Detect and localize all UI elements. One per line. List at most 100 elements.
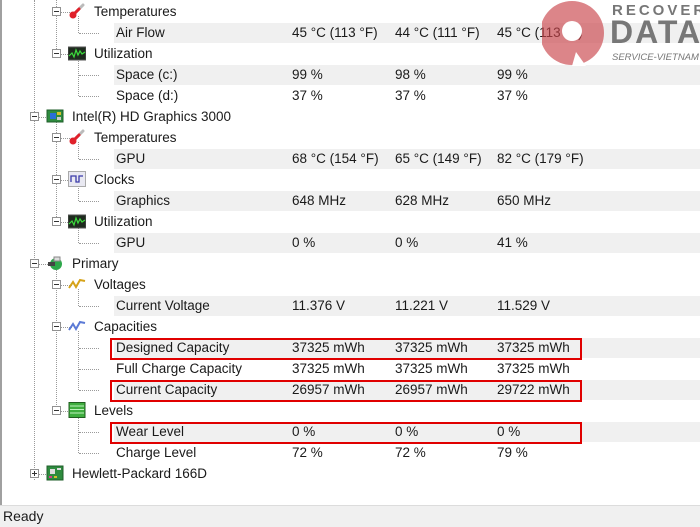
capacity-icon xyxy=(68,318,86,334)
row-label: Hewlett-Packard 166D xyxy=(72,466,208,481)
tree-guide-line xyxy=(79,306,99,307)
tree-guide-line xyxy=(79,348,99,349)
collapse-toggle[interactable] xyxy=(30,112,39,121)
tree-guide-line xyxy=(79,96,99,97)
value-max: 99 % xyxy=(497,67,528,82)
tree-guide-line xyxy=(79,243,99,244)
sensor-group-row[interactable]: Utilization xyxy=(2,211,700,232)
value-max: 41 % xyxy=(497,235,528,250)
row-label: Current Voltage xyxy=(116,298,210,313)
sensor-row[interactable]: GPU 0 % 0 % 41 % xyxy=(2,232,700,253)
collapse-toggle[interactable] xyxy=(30,259,39,268)
collapse-toggle[interactable] xyxy=(52,406,61,415)
sensor-row[interactable]: Graphics 648 MHz 628 MHz 650 MHz xyxy=(2,190,700,211)
value-min: 37 % xyxy=(395,88,426,103)
value-min: 628 MHz xyxy=(395,193,450,208)
collapse-toggle[interactable] xyxy=(52,217,61,226)
value-current: 0 % xyxy=(292,235,316,250)
value-current: 37325 mWh xyxy=(292,361,365,376)
battery-plug-icon xyxy=(46,255,64,271)
sensor-group-row[interactable]: Capacities xyxy=(2,316,700,337)
value-current: 11.376 V xyxy=(292,298,346,313)
voltage-icon xyxy=(68,276,86,292)
value-current: 68 °C (154 °F) xyxy=(292,151,379,166)
value-min: 37325 mWh xyxy=(395,361,468,376)
row-label: GPU xyxy=(116,151,146,166)
utilization-graph-icon xyxy=(67,213,87,229)
clock-wave-icon xyxy=(68,171,86,187)
value-current: 72 % xyxy=(292,445,323,460)
row-label: Full Charge Capacity xyxy=(116,361,243,376)
row-label: Primary xyxy=(72,256,119,271)
status-text: Ready xyxy=(3,508,44,524)
row-label: Voltages xyxy=(94,277,146,292)
row-label: Capacities xyxy=(94,319,158,334)
sensor-group-row[interactable]: Voltages xyxy=(2,274,700,295)
tree-guide-line xyxy=(79,432,99,433)
watermark-data: DATA xyxy=(610,14,700,50)
value-max: 79 % xyxy=(497,445,528,460)
sensor-row[interactable]: Space (d:) 37 % 37 % 37 % xyxy=(2,85,700,106)
device-row[interactable]: Intel(R) HD Graphics 3000 xyxy=(2,106,700,127)
row-label: Temperatures xyxy=(94,4,177,19)
value-min: 98 % xyxy=(395,67,426,82)
row-label: Space (c:) xyxy=(116,67,178,82)
tree-guide-line xyxy=(79,33,99,34)
tree-guide-line xyxy=(79,390,99,391)
sensor-group-row[interactable]: Levels xyxy=(2,400,700,421)
value-max: 82 °C (179 °F) xyxy=(497,151,584,166)
row-label: Charge Level xyxy=(116,445,197,460)
levels-icon xyxy=(68,402,86,418)
expand-toggle[interactable] xyxy=(30,469,39,478)
value-current: 99 % xyxy=(292,67,323,82)
collapse-toggle[interactable] xyxy=(52,49,61,58)
value-min: 65 °C (149 °F) xyxy=(395,151,482,166)
value-max: 37325 mWh xyxy=(497,361,570,376)
value-current: 648 MHz xyxy=(292,193,347,208)
recoverdata-watermark: RECOVER DATA SERVICE-VIETNAM xyxy=(540,0,700,70)
collapse-toggle[interactable] xyxy=(52,175,61,184)
highlight-wear-level xyxy=(110,422,582,444)
collapse-toggle[interactable] xyxy=(52,280,61,289)
value-current: 45 °C (113 °F) xyxy=(292,25,378,40)
value-min: 44 °C (111 °F) xyxy=(395,25,480,40)
tree-guide-line xyxy=(79,75,99,76)
sensor-row[interactable]: GPU 68 °C (154 °F) 65 °C (149 °F) 82 °C (17… xyxy=(2,148,700,169)
tree-guide-line xyxy=(79,369,99,370)
graphics-card-icon xyxy=(46,108,64,124)
sensor-row[interactable]: Current Voltage 11.376 V 11.221 V 11.529 V xyxy=(2,295,700,316)
row-label: GPU xyxy=(116,235,146,250)
row-label: Intel(R) HD Graphics 3000 xyxy=(72,109,232,124)
tree-guide-line xyxy=(79,159,99,160)
row-label: Temperatures xyxy=(94,130,177,145)
value-max: 11.529 V xyxy=(497,298,551,313)
value-current: 37 % xyxy=(292,88,323,103)
collapse-toggle[interactable] xyxy=(52,7,61,16)
row-label: Utilization xyxy=(94,46,153,61)
highlight-current-capacity xyxy=(110,380,582,402)
thermometer-icon xyxy=(68,3,86,19)
row-label: Clocks xyxy=(94,172,135,187)
device-row[interactable]: Hewlett-Packard 166D xyxy=(2,463,700,484)
sensor-group-row[interactable]: Temperatures xyxy=(2,127,700,148)
value-min: 11.221 V xyxy=(395,298,449,313)
tree-guide-line xyxy=(79,201,99,202)
collapse-toggle[interactable] xyxy=(52,133,61,142)
row-label: Air Flow xyxy=(116,25,165,40)
motherboard-icon xyxy=(46,465,64,481)
value-min: 72 % xyxy=(395,445,426,460)
sensor-row[interactable]: Charge Level 72 % 72 % 79 % xyxy=(2,442,700,463)
row-label: Space (d:) xyxy=(116,88,179,103)
utilization-graph-icon xyxy=(67,45,87,61)
thermometer-icon xyxy=(68,129,86,145)
tree-guide-line xyxy=(79,453,99,454)
sensor-row[interactable]: Full Charge Capacity 37325 mWh 37325 mWh 37… xyxy=(2,358,700,379)
watermark-service: SERVICE-VIETNAM xyxy=(612,52,699,63)
sensor-group-row[interactable]: Clocks xyxy=(2,169,700,190)
device-row[interactable]: Primary xyxy=(2,253,700,274)
collapse-toggle[interactable] xyxy=(52,322,61,331)
status-bar: Ready xyxy=(0,505,700,527)
row-label: Graphics xyxy=(116,193,171,208)
row-label: Utilization xyxy=(94,214,153,229)
value-max: 650 MHz xyxy=(497,193,552,208)
